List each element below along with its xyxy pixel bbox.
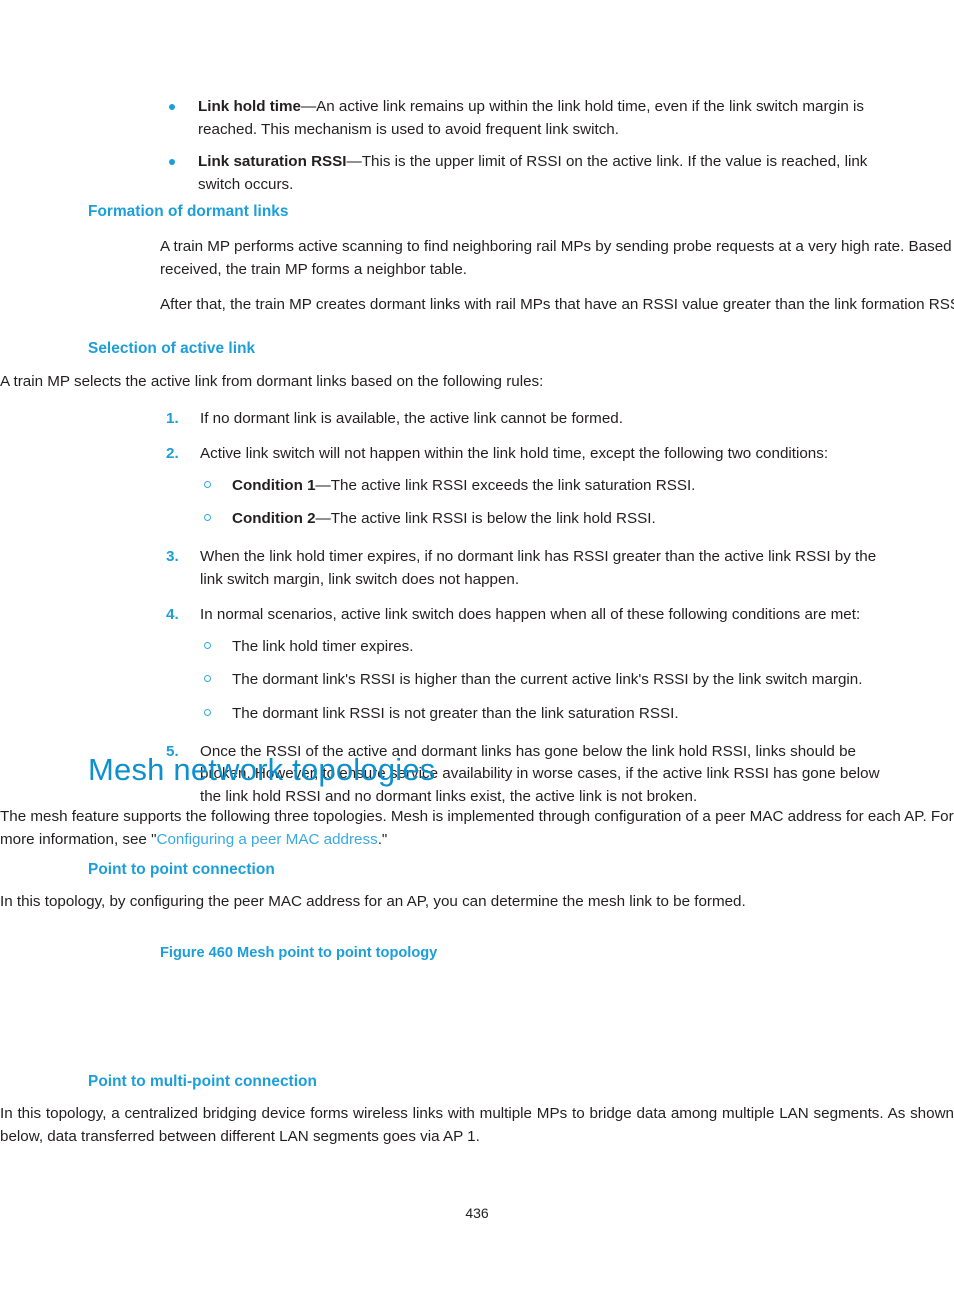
sub-bullet-list: Condition 1—The active link RSSI exceeds… [200, 475, 886, 531]
list-text: When the link hold timer expires, if no … [200, 547, 877, 588]
bullet-dot-icon [169, 104, 175, 110]
circle-bullet-icon [204, 480, 211, 488]
paragraph: After that, the train MP creates dormant… [160, 296, 954, 314]
term-description: The link hold timer expires. [232, 637, 414, 655]
mesh-intro-before-link: The mesh feature supports the following … [0, 808, 954, 848]
term-description: The active link RSSI exceeds the link sa… [330, 476, 696, 494]
circle-bullet-icon [204, 708, 211, 716]
sub-list-item: The dormant link RSSI is not greater tha… [200, 703, 886, 726]
list-number: 1. [166, 409, 179, 427]
term-label: Link hold time [198, 98, 301, 115]
list-item: 1. If no dormant link is available, the … [160, 408, 886, 431]
term-label: Condition 1 [232, 476, 316, 494]
term-label: Condition 2 [232, 510, 316, 528]
page-number: 436 [465, 1205, 489, 1221]
point-to-multipoint-paragraph: In this topology, a centralized bridging… [0, 1105, 954, 1145]
sub-list-item: The dormant link's RSSI is higher than t… [200, 669, 886, 692]
term-label: Link saturation RSSI [198, 153, 347, 171]
bullet-dot-icon [169, 159, 175, 166]
sub-list-item: Condition 1—The active link RSSI exceeds… [200, 475, 886, 498]
sub-list-item: The link hold timer expires. [200, 636, 886, 659]
bullet-list: Link hold time—An active link remains up… [160, 96, 882, 196]
dormant-links-paragraphs: A train MP performs active scanning to f… [160, 236, 954, 328]
link-parameters-bullets: Link hold time—An active link remains up… [0, 96, 954, 196]
em-dash: — [300, 98, 317, 115]
paragraph: A train MP performs active scanning to f… [160, 238, 954, 278]
link-configuring-peer-mac-address[interactable]: Configuring a peer MAC address [157, 831, 378, 848]
list-text: If no dormant link is available, the act… [200, 409, 623, 427]
list-text: In normal scenarios, active link switch … [200, 606, 861, 624]
term-description: The active link RSSI is below the link h… [330, 510, 656, 528]
mesh-intro-paragraph: The mesh feature supports the following … [0, 806, 954, 851]
list-number: 2. [166, 445, 179, 463]
page-title: Mesh network topologies [88, 752, 436, 787]
figure-caption: Figure 460 Mesh point to point topology [160, 945, 438, 961]
list-number: 3. [166, 547, 179, 565]
circle-bullet-icon [204, 675, 211, 683]
mesh-intro-after-link: ." [377, 830, 388, 848]
em-dash: — [315, 510, 331, 528]
heading-selection-of-active-link: Selection of active link [88, 340, 256, 357]
list-item: 3. When the link hold timer expires, if … [160, 546, 886, 591]
list-item: Link hold time—An active link remains up… [160, 96, 882, 141]
list-item: 4. In normal scenarios, active link swit… [160, 604, 886, 725]
figure-mesh-point-to-point-topology: AC AP 1 [160, 972, 954, 1064]
em-dash: — [346, 153, 362, 171]
term-description: The dormant link's RSSI is higher than t… [232, 671, 863, 689]
list-number: 4. [166, 606, 179, 624]
document-page: Link hold time—An active link remains up… [0, 0, 954, 1296]
list-item: 2. Active link switch will not happen wi… [160, 443, 886, 531]
list-text: Active link switch will not happen withi… [200, 445, 829, 463]
heading-point-to-multi-point-connection: Point to multi-point connection [88, 1073, 317, 1090]
circle-bullet-icon [204, 641, 211, 649]
circle-bullet-icon [204, 514, 211, 522]
heading-point-to-point-connection: Point to point connection [88, 861, 275, 878]
numbered-rules-list: 1. If no dormant link is available, the … [160, 408, 886, 809]
list-item: Link saturation RSSI—This is the upper l… [160, 151, 882, 196]
sub-list-item: Condition 2—The active link RSSI is belo… [200, 508, 886, 531]
heading-formation-of-dormant-links: Formation of dormant links [88, 203, 289, 220]
sub-bullet-list: The link hold timer expires. The dormant… [200, 636, 886, 726]
em-dash: — [315, 476, 331, 494]
point-to-point-paragraph: In this topology, by configuring the pee… [0, 893, 746, 910]
paragraph: A train MP selects the active link from … [0, 373, 544, 390]
term-description: The dormant link RSSI is not greater tha… [232, 704, 679, 722]
